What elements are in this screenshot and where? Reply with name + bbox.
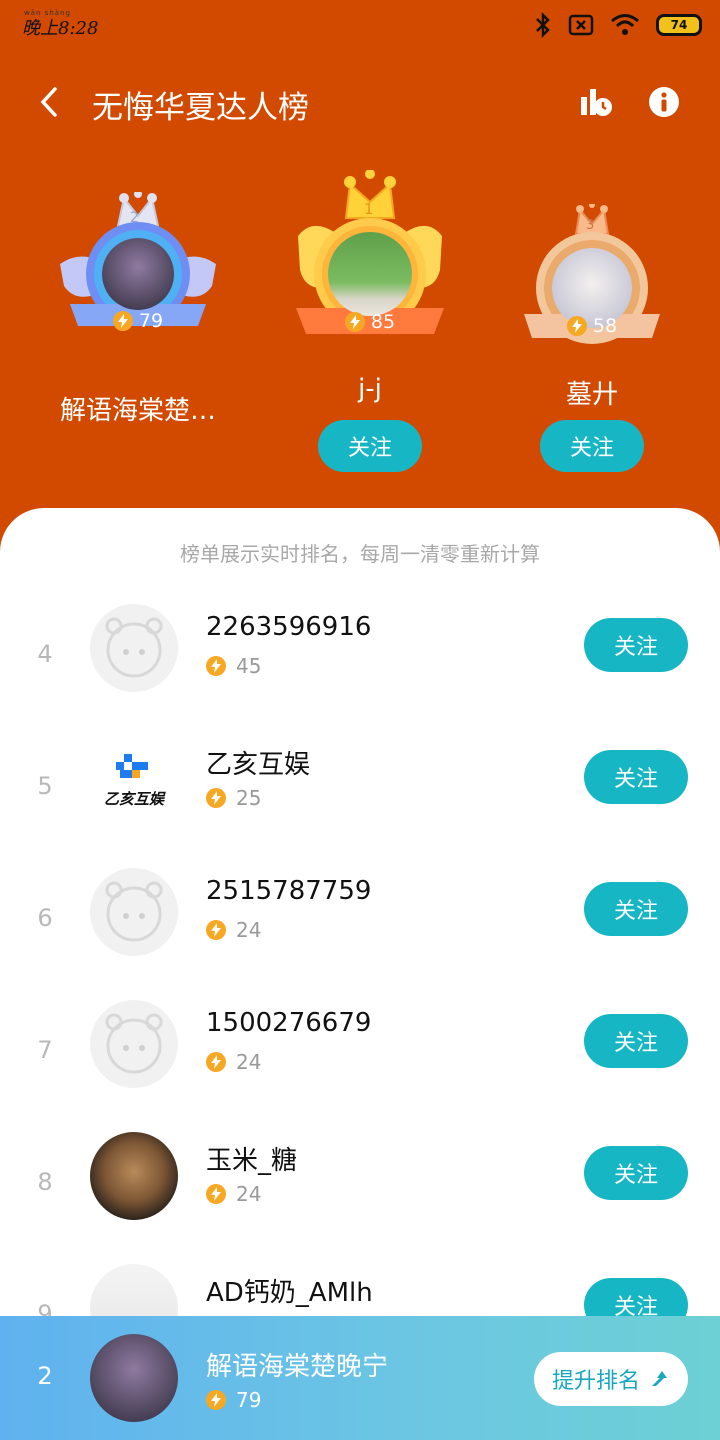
company-logo-icon: 乙亥互娱 — [90, 736, 178, 824]
podium-third[interactable]: 3 58 墓廾 — [520, 204, 664, 410]
user-name: 乙亥互娱 — [206, 750, 311, 780]
bluetooth-icon — [536, 12, 550, 38]
chart-clock-icon — [581, 89, 612, 116]
my-avatar — [90, 1334, 178, 1422]
follow-button[interactable]: 关注 — [584, 618, 688, 672]
app-header: 无悔华夏达人榜 — [0, 72, 720, 132]
info-button[interactable] — [644, 82, 684, 122]
user-score: 24 — [206, 1182, 261, 1206]
arrow-up-icon — [652, 1371, 667, 1386]
ranking-notice: 榜单展示实时排名，每周一清零重新计算 — [180, 542, 540, 566]
boost-rank-label: 提升排名 — [551, 1369, 640, 1394]
avatar-second — [102, 238, 174, 310]
podium-third-name: 墓廾 — [565, 380, 618, 410]
bolt-icon — [206, 920, 226, 940]
user-name: AD钙奶_AMlh — [206, 1278, 373, 1308]
default-avatar-icon — [90, 1000, 178, 1088]
podium-second-name: 解语海棠楚… — [59, 396, 216, 426]
my-score: 79 — [206, 1388, 261, 1412]
user-name: 2263596916 — [206, 612, 372, 642]
bolt-icon — [344, 312, 365, 332]
follow-button[interactable]: 关注 — [584, 1146, 688, 1200]
rank-3-label: 3 — [586, 218, 595, 233]
follow-button-first[interactable]: 关注 — [318, 420, 422, 472]
rank-number: 4 — [37, 640, 53, 668]
podium-first[interactable]: 1 85 j-j — [290, 170, 450, 404]
avatar-first — [328, 232, 412, 316]
bolt-icon — [206, 1390, 226, 1410]
back-button[interactable] — [32, 80, 66, 124]
follow-button[interactable]: 关注 — [584, 750, 688, 804]
user-score: 24 — [206, 918, 261, 942]
my-rank-number: 2 — [37, 1362, 53, 1390]
bolt-icon — [112, 311, 133, 331]
rank-number: 8 — [37, 1168, 53, 1196]
list-item[interactable]: 6 2515787759 24 关注 — [0, 864, 720, 996]
user-score: 45 — [206, 654, 261, 678]
wifi-icon — [611, 14, 639, 35]
bolt-icon — [206, 1184, 226, 1204]
rank-number: 6 — [37, 904, 53, 932]
bolt-icon — [206, 1052, 226, 1072]
bolt-icon — [206, 656, 226, 676]
my-rank-bar: 2 解语海棠楚晚宁 79 提升排名 — [0, 1316, 720, 1440]
bolt-icon — [566, 316, 587, 336]
follow-third-wrap: 关注 — [540, 420, 644, 472]
status-bar: wǎn shàng 晚上8:28 74 — [0, 0, 720, 52]
score-first: 85 — [330, 308, 410, 336]
list-item[interactable]: 8 玉米_糖 24 关注 — [0, 1128, 720, 1260]
user-score: 25 — [206, 786, 261, 810]
bolt-icon — [206, 788, 226, 808]
ranking-panel: 榜单展示实时排名，每周一清零重新计算 4 2263596916 45 关注 5 … — [0, 508, 720, 1440]
page-title: 无悔华夏达人榜 — [92, 90, 309, 126]
rank-2-label: 2 — [130, 210, 139, 226]
default-avatar-icon — [90, 604, 178, 692]
list-item[interactable]: 4 2263596916 45 关注 — [0, 600, 720, 732]
company-logo-text: 乙亥互娱 — [104, 790, 165, 808]
user-name: 1500276679 — [206, 1008, 372, 1038]
default-avatar-icon — [90, 868, 178, 956]
top-three-podium: 2 79 解语海棠楚… 1 85 j-j 关注 3 58 墓廾 关注 — [0, 170, 720, 490]
user-name: 2515787759 — [206, 876, 372, 906]
score-third: 58 — [552, 312, 632, 340]
status-time: 晚上8:28 — [22, 18, 99, 39]
battery-icon: 74 — [656, 14, 702, 36]
rank-number: 5 — [37, 772, 53, 800]
bear-avatar — [90, 1132, 178, 1220]
back-icon — [40, 87, 57, 117]
boost-rank-button[interactable]: 提升排名 — [534, 1352, 688, 1406]
my-name: 解语海棠楚晚宁 — [206, 1352, 389, 1382]
list-item[interactable]: 7 1500276679 24 关注 — [0, 996, 720, 1128]
podium-second[interactable]: 2 79 解语海棠楚… — [40, 192, 236, 426]
follow-button[interactable]: 关注 — [584, 1014, 688, 1068]
follow-button-third[interactable]: 关注 — [540, 420, 644, 472]
rank-number: 7 — [37, 1036, 53, 1064]
podium-first-name: j-j — [358, 374, 382, 404]
sim-off-icon — [568, 14, 594, 36]
status-icons: 74 — [534, 12, 702, 38]
info-icon — [649, 87, 679, 117]
user-name: 玉米_糖 — [206, 1146, 298, 1176]
follow-first-wrap: 关注 — [318, 420, 422, 472]
history-button[interactable] — [576, 82, 616, 122]
rank-1-label: 1 — [364, 200, 374, 218]
score-second: 79 — [88, 306, 188, 336]
list-item[interactable]: 5 乙亥互娱 乙亥互娱 25 关注 — [0, 732, 720, 864]
follow-button[interactable]: 关注 — [584, 882, 688, 936]
user-score: 24 — [206, 1050, 261, 1074]
